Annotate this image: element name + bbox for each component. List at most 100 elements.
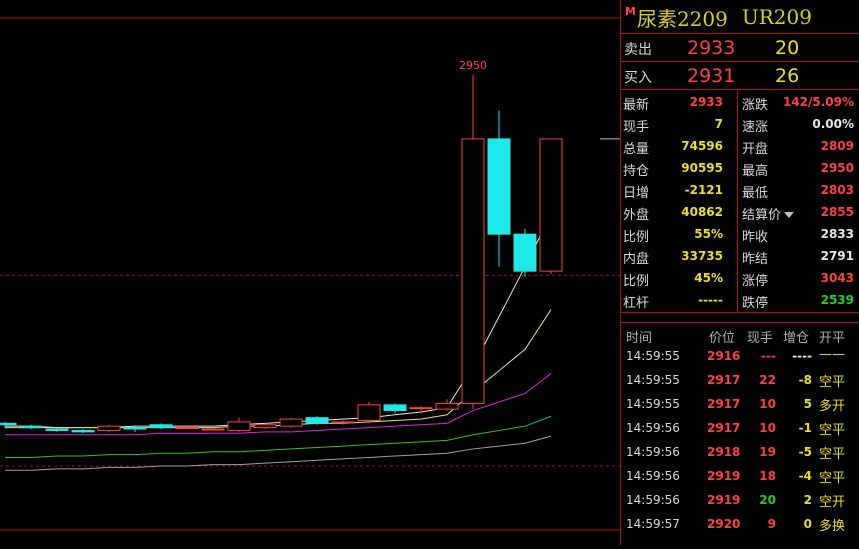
candle-body <box>357 404 381 421</box>
candle-body <box>201 428 225 431</box>
tick-price: 2920 <box>707 517 741 531</box>
candle-body <box>279 418 303 427</box>
stat-label: 比例 <box>623 274 650 289</box>
tick-time: 14:59:56 <box>626 445 680 459</box>
stat-value: 90595 <box>681 161 723 175</box>
tick-price: 2916 <box>707 349 741 363</box>
stat-value: -2121 <box>684 183 723 197</box>
tick-time: 14:59:56 <box>626 421 680 435</box>
stat-label: 杠杆 <box>623 296 650 311</box>
stat-value: 55% <box>694 227 723 241</box>
stat-label[interactable]: 结算价 <box>742 204 795 223</box>
ask-price: 2933 <box>687 37 736 59</box>
bid-row[interactable]: 买入 2931 26 <box>621 64 859 88</box>
stat-value: 2791 <box>820 249 854 263</box>
stat-value: 0.00% <box>812 117 854 131</box>
candle-body <box>435 402 459 410</box>
stat-label-text: 速涨 <box>742 120 769 135</box>
stats-row: 日增 -2121 最低 2803 <box>621 180 859 202</box>
instrument-name: 尿素2209 <box>636 6 728 31</box>
tick-volume: 19 <box>759 445 776 459</box>
stat-label: 昨结 <box>742 248 768 267</box>
tick-row[interactable]: 14:59:55 2917 10 5 多开 <box>621 393 859 417</box>
tick-oi-change: ---- <box>792 349 812 363</box>
ask-row[interactable]: 卖出 2933 20 <box>621 36 859 60</box>
stats-row: 比例 45% 涨停 3043 <box>621 268 859 290</box>
candle-body <box>97 425 121 431</box>
stat-label: 最新 <box>623 98 650 113</box>
tick-time: 14:59:56 <box>626 469 680 483</box>
tick-open-close: 多开 <box>819 399 846 414</box>
stat-label-text: 最低 <box>742 186 769 201</box>
candle-body <box>383 404 407 412</box>
header-time: 时间 <box>626 331 653 346</box>
tick-oi-change: 2 <box>803 493 812 507</box>
tick-open-close: 多换 <box>819 519 846 534</box>
instrument-title: M 尿素2209 UR209 <box>625 4 812 31</box>
candle-body <box>487 138 511 235</box>
tick-time: 14:59:56 <box>626 493 680 507</box>
candle-body <box>513 233 537 272</box>
candle-body <box>0 422 17 426</box>
stat-value: 7 <box>714 117 723 131</box>
tick-oi-change: -5 <box>798 445 812 459</box>
tick-row[interactable]: 14:59:55 2917 22 -8 空平 <box>621 369 859 393</box>
tick-volume: 18 <box>759 469 776 483</box>
tick-price: 2918 <box>707 445 741 459</box>
stat-label: 涨停 <box>742 270 768 289</box>
stat-value: 40862 <box>681 205 723 219</box>
stats-row: 比例 55% 昨收 2833 <box>621 224 859 246</box>
tick-volume: 10 <box>759 397 776 411</box>
stat-label: 最低 <box>742 182 768 201</box>
market-badge: M <box>625 4 636 18</box>
tick-price: 2919 <box>707 493 741 507</box>
tick-time: 14:59:57 <box>626 517 680 531</box>
tick-row[interactable]: 14:59:56 2919 18 -4 空平 <box>621 465 859 489</box>
chevron-down-icon[interactable] <box>784 212 795 218</box>
tick-open-close: 空平 <box>819 375 846 390</box>
candle-body <box>149 424 173 429</box>
candle-body <box>123 427 147 430</box>
tick-oi-change: -4 <box>798 469 812 483</box>
stat-value: 2803 <box>820 183 854 197</box>
tick-open-close: 空平 <box>819 423 846 438</box>
kline-chart[interactable]: 2950 <box>0 0 620 545</box>
tick-row[interactable]: 14:59:56 2918 19 -5 空平 <box>621 441 859 465</box>
tick-volume: --- <box>761 349 776 363</box>
candle-body <box>539 138 563 272</box>
stat-label-text: 涨跌 <box>742 98 769 113</box>
stat-label: 现手 <box>623 120 650 135</box>
ticks-header: 时间 价位 现手 增仓 开平 <box>621 324 859 346</box>
tick-row[interactable]: 14:59:57 2920 9 0 多换 <box>621 513 859 537</box>
candle-body <box>409 407 433 410</box>
tick-open-close: 空开 <box>819 495 846 510</box>
stats-row: 内盘 33735 昨结 2791 <box>621 246 859 268</box>
kline-chart-canvas: 2950 <box>0 17 620 531</box>
stat-value: 3043 <box>820 271 854 285</box>
stat-label: 内盘 <box>623 252 650 267</box>
tick-row[interactable]: 14:59:56 2917 10 -1 空平 <box>621 417 859 441</box>
ma-line-ma60 <box>5 435 552 471</box>
stat-label-text: 结算价 <box>742 208 782 223</box>
candle-body <box>227 421 251 431</box>
candle-body <box>71 429 95 433</box>
instrument-code: UR209 <box>741 5 812 29</box>
stats-row: 外盘 40862 结算价 2855 <box>621 202 859 224</box>
stat-value: 142/5.09% <box>782 95 854 109</box>
tick-row[interactable]: 14:59:56 2919 20 2 空开 <box>621 489 859 513</box>
stat-value: 2833 <box>820 227 854 241</box>
stat-label-text: 最高 <box>742 164 769 179</box>
tick-row[interactable]: 14:59:55 2916 --- ---- —— <box>621 345 859 369</box>
stat-label-text: 开盘 <box>742 142 769 157</box>
stat-label-text: 昨收 <box>742 230 769 245</box>
stats-row: 现手 7 速涨 0.00% <box>621 114 859 136</box>
tick-oi-change: -8 <box>798 373 812 387</box>
divider <box>621 61 859 62</box>
stat-label: 最高 <box>742 160 768 179</box>
tick-volume: 22 <box>759 373 776 387</box>
high-price-label: 2950 <box>459 59 487 72</box>
tick-volume: 10 <box>759 421 776 435</box>
stat-value: 2539 <box>820 293 854 307</box>
bid-volume: 26 <box>775 65 800 87</box>
candle-body <box>253 424 277 429</box>
